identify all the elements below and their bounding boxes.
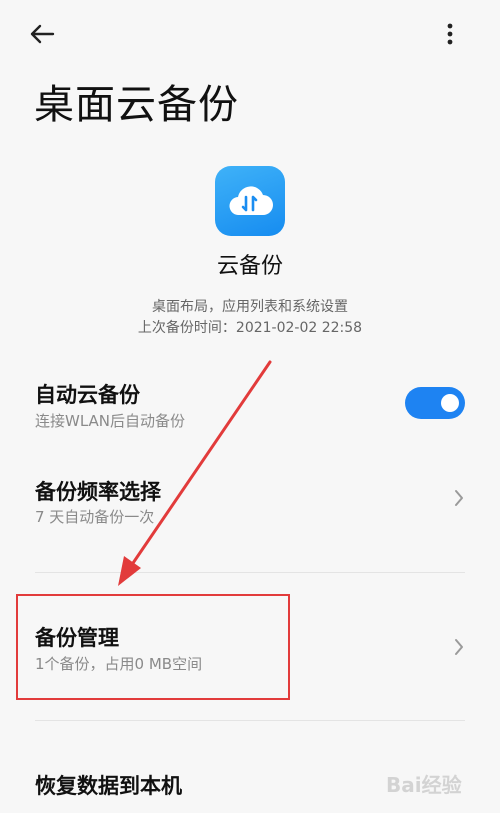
back-button[interactable] bbox=[22, 14, 62, 54]
last-backup-time: 上次备份时间：2021-02-02 22:58 bbox=[137, 320, 363, 336]
backup-frequency-title: 备份频率选择 bbox=[35, 480, 161, 504]
arrow-left-icon bbox=[30, 24, 55, 44]
cloud-sync-icon bbox=[229, 186, 273, 216]
auto-backup-toggle[interactable] bbox=[405, 387, 465, 419]
section-divider bbox=[35, 720, 465, 721]
chevron-right-icon bbox=[455, 639, 463, 655]
app-description: 桌面布局，应用列表和系统设置 bbox=[152, 299, 348, 315]
more-vertical-icon bbox=[447, 23, 453, 45]
toggle-knob bbox=[441, 394, 459, 412]
chevron-right-icon bbox=[455, 490, 463, 506]
section-divider bbox=[35, 572, 465, 573]
watermark-logo: Bai经验 bbox=[386, 772, 462, 797]
page-title: 桌面云备份 bbox=[34, 82, 239, 128]
app-icon bbox=[215, 166, 285, 236]
backup-frequency-chevron bbox=[450, 486, 468, 510]
restore-data-title: 恢复数据到本机 bbox=[35, 774, 182, 798]
backup-manage-chevron bbox=[450, 635, 468, 659]
auto-backup-title: 自动云备份 bbox=[35, 383, 140, 407]
annotation-highlight-box bbox=[16, 594, 290, 700]
auto-backup-subtitle: 连接WLAN后自动备份 bbox=[35, 412, 186, 430]
app-name: 云备份 bbox=[216, 254, 283, 279]
backup-frequency-subtitle: 7 天自动备份一次 bbox=[35, 508, 155, 526]
more-options-button[interactable] bbox=[432, 14, 468, 54]
